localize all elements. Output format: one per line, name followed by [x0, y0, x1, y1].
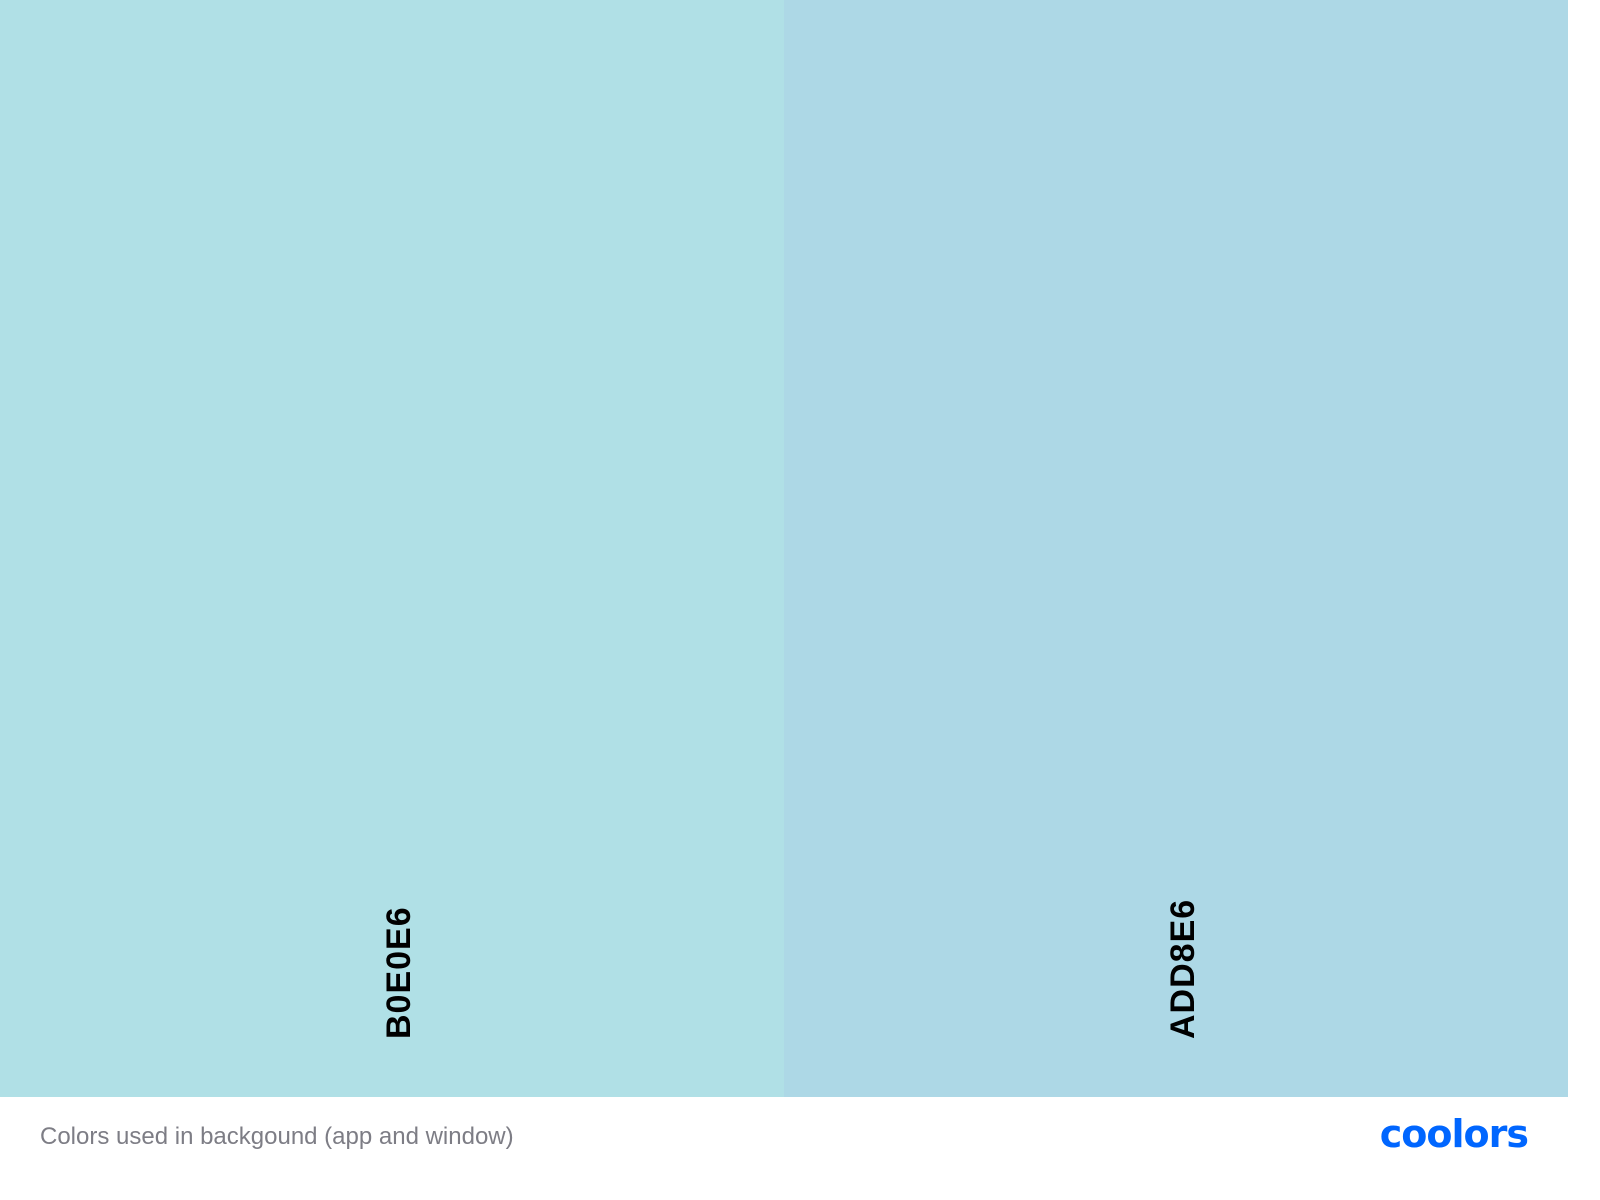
color-swatch-2[interactable]: ADD8E6	[784, 0, 1568, 1097]
footer-bar: Colors used in backgound (app and window…	[0, 1097, 1568, 1176]
color-swatch-1[interactable]: B0E0E6	[0, 0, 784, 1097]
color-palette: B0E0E6 ADD8E6	[0, 0, 1568, 1097]
hex-code-label: ADD8E6	[1164, 898, 1202, 1039]
hex-code-label: B0E0E6	[380, 906, 418, 1039]
palette-caption: Colors used in backgound (app and window…	[40, 1123, 514, 1150]
coolors-logo[interactable]: coolors	[1380, 1115, 1529, 1153]
